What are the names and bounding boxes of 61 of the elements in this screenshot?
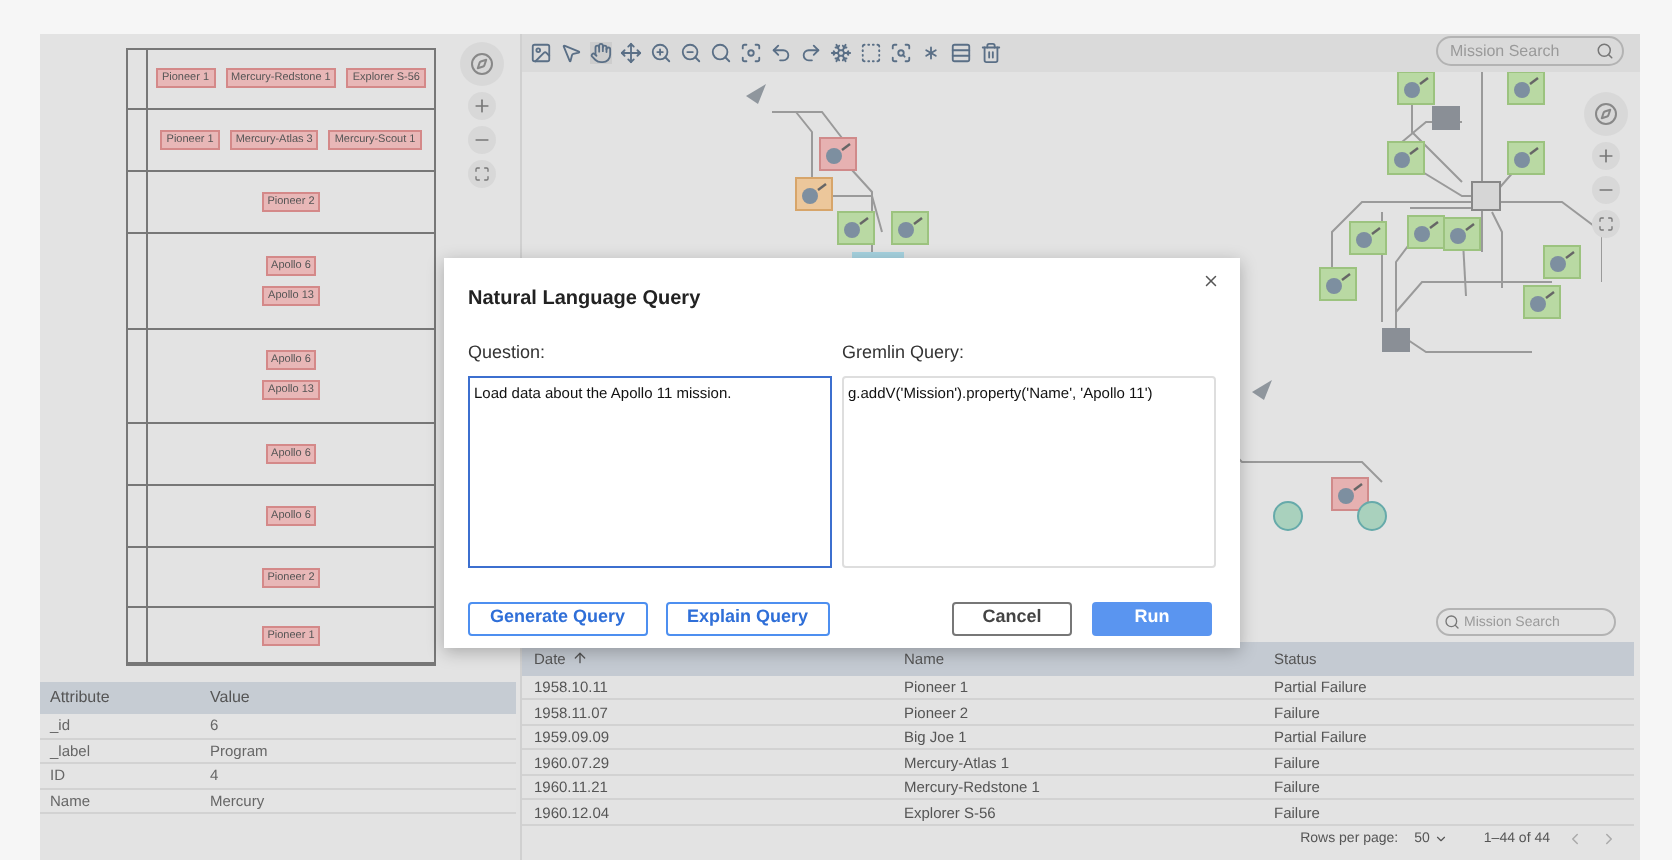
dialog-button[interactable]: Cancel	[952, 601, 1072, 635]
trash-icon[interactable]	[980, 41, 1002, 64]
search-icon[interactable]	[1596, 42, 1614, 60]
search-icon[interactable]	[710, 41, 732, 64]
dialog-button[interactable]: Explain Query	[665, 601, 831, 635]
hand-icon[interactable]	[590, 41, 612, 64]
graph-node-icon[interactable]	[891, 210, 929, 245]
graph-node-icon[interactable]	[1407, 214, 1445, 249]
graph-search-field[interactable]: Mission Search	[1436, 36, 1624, 66]
question-node-icon[interactable]	[1357, 500, 1387, 531]
next-page-icon[interactable]	[1600, 830, 1618, 849]
focus-icon[interactable]	[740, 41, 762, 64]
pan-control-icon[interactable]	[1584, 91, 1628, 136]
graph-node-icon[interactable]	[1443, 216, 1481, 251]
dropdown-caret-icon	[1433, 832, 1448, 847]
close-icon[interactable]	[1202, 272, 1220, 290]
question-label: Question:	[468, 340, 548, 366]
building-icon[interactable]	[1432, 105, 1460, 130]
scan-search-icon[interactable]	[890, 41, 912, 64]
column-header: Attribute	[48, 686, 112, 710]
undo-icon[interactable]	[770, 41, 792, 64]
dialog-button[interactable]: Generate Query	[468, 601, 648, 635]
zoom-out-icon[interactable]	[1592, 175, 1620, 204]
graph-node-icon[interactable]	[1319, 266, 1357, 301]
pan-control-icon[interactable]	[460, 42, 504, 86]
zoom-in-icon[interactable]	[650, 41, 672, 64]
asterisk-icon[interactable]	[920, 41, 942, 64]
graph-node-icon[interactable]	[795, 176, 833, 211]
graph-node-icon[interactable]	[1507, 71, 1545, 105]
zoom-in-icon[interactable]	[468, 92, 496, 120]
graph-node-icon[interactable]	[1543, 244, 1581, 279]
graph-node-icon[interactable]	[1331, 476, 1369, 511]
zoom-out-icon[interactable]	[680, 41, 702, 64]
graph-node-icon[interactable]	[1523, 284, 1561, 319]
previous-page-icon[interactable]	[1566, 830, 1584, 849]
sort-arrow-icon[interactable]	[571, 650, 588, 667]
question-node-icon[interactable]	[1273, 500, 1303, 531]
graph-node-icon[interactable]	[1397, 71, 1435, 105]
graph-node-icon[interactable]	[1507, 140, 1545, 175]
graph-node-icon[interactable]	[819, 136, 857, 171]
run-button[interactable]: Run	[1092, 601, 1212, 635]
box-select-icon[interactable]	[860, 41, 882, 64]
fit-view-icon[interactable]	[1592, 209, 1620, 238]
rows-icon[interactable]	[950, 41, 972, 64]
graph-node-icon[interactable]	[1349, 220, 1387, 255]
graph-node-icon[interactable]	[1387, 140, 1425, 175]
search-icon	[1444, 614, 1460, 631]
redo-icon[interactable]	[800, 41, 822, 64]
snowflake-icon[interactable]	[830, 41, 852, 64]
image-icon[interactable]	[530, 41, 552, 64]
move-icon[interactable]	[620, 41, 642, 64]
program-node-icon[interactable]	[1471, 180, 1501, 211]
gremlin-query-label: Gremlin Query:	[842, 340, 967, 366]
dialog-title: Natural Language Query	[468, 286, 703, 314]
pointer-icon[interactable]	[560, 41, 582, 64]
zoom-in-icon[interactable]	[1592, 141, 1620, 170]
graph-node-icon[interactable]	[837, 210, 875, 245]
building-icon[interactable]	[1382, 327, 1410, 352]
zoom-out-icon[interactable]	[468, 126, 496, 154]
fit-view-icon[interactable]	[468, 160, 496, 188]
column-header: Value	[208, 686, 252, 710]
